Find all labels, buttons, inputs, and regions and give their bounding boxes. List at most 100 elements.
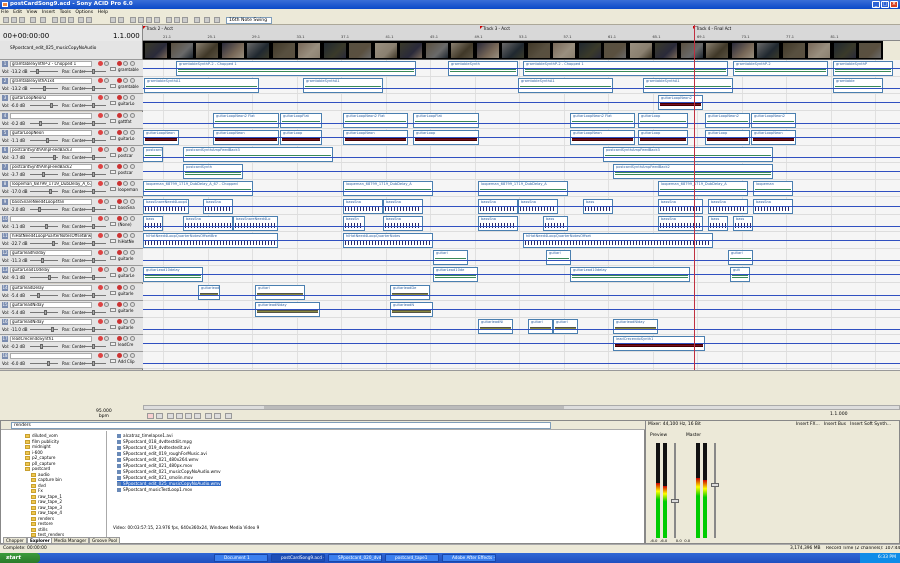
fx-icon[interactable] [104, 147, 109, 152]
track-header[interactable]: 18 Vol: -6.0 dB Pan: Center Add Clip [0, 352, 143, 370]
track-name-field[interactable]: guitarLoopNeon2 [10, 95, 92, 102]
arm-record-icon[interactable] [98, 61, 103, 66]
track-menu-icon[interactable] [130, 198, 135, 204]
audio-event[interactable]: bass [708, 215, 728, 231]
audio-event[interactable]: loopeman_68799_1719_DubDelay_A [658, 181, 748, 197]
audio-event[interactable]: guitarl [728, 250, 753, 266]
volume-slider-knob[interactable] [47, 361, 50, 367]
folder-tree[interactable]: diluted_vom film publicity midnight i-600 p2… [3, 431, 107, 537]
file-item[interactable]: SPpostcard_edit_021_480x264.wmv [117, 457, 199, 462]
track-lane[interactable]: guitarLoopNeon2 [143, 94, 900, 112]
track-header[interactable]: 13 guitarLead10delay Vol: -9.1 dB Pan: Cent… [0, 266, 143, 284]
volume-slider-knob[interactable] [48, 275, 51, 281]
paint-icon[interactable] [174, 17, 180, 23]
fx-icon[interactable] [104, 198, 109, 204]
audio-event[interactable]: gramtable [833, 78, 883, 94]
track-header[interactable]: 1 gramtableSynthP-2 - Chopped 1 Vol: -13.2… [0, 60, 143, 77]
track-menu-icon[interactable] [130, 336, 135, 342]
fx-icon[interactable] [104, 353, 109, 359]
track-name-field[interactable]: hiHatNeed4LoopPuarterNotesOffsetBrw [10, 233, 92, 239]
mute-icon[interactable] [117, 61, 122, 66]
mute-icon[interactable] [117, 112, 122, 118]
marker-icon[interactable] [204, 17, 210, 23]
track-menu-icon[interactable] [130, 250, 135, 256]
record-button[interactable] [147, 413, 154, 419]
folder-item[interactable]: postcard [25, 466, 50, 471]
volume-slider[interactable] [30, 208, 58, 210]
file-item[interactable]: SPpostcard_musicTestLoop1.mov [117, 487, 192, 492]
solo-icon[interactable] [123, 61, 128, 66]
audio-event[interactable]: bassSn [343, 215, 365, 231]
track-name-field[interactable]: bassSnareNeed4Loop4fan [10, 198, 92, 205]
track-lane[interactable]: leadCrecendoSynth1 [143, 335, 900, 353]
track-menu-icon[interactable] [130, 215, 135, 221]
track-lane[interactable]: bass bassSna bassSnareNeed4Lo bassSn bassSna… [143, 215, 900, 232]
solo-icon[interactable] [123, 336, 128, 342]
volume-envelope[interactable] [143, 225, 900, 227]
volume-envelope[interactable] [143, 191, 900, 193]
volume-envelope[interactable] [143, 363, 900, 365]
play-button[interactable] [176, 413, 183, 419]
mute-icon[interactable] [117, 198, 122, 204]
track-menu-icon[interactable] [130, 61, 135, 66]
insert-soft-synth-button[interactable]: Insert Soft Synth... [850, 422, 891, 427]
task-acid[interactable]: postCardSong9.acd - ... [271, 554, 325, 562]
pan-slider-knob[interactable] [92, 275, 95, 281]
track-header[interactable]: 4 Vol: -0.2 dB Pan: Center gattfat [0, 111, 143, 129]
volume-slider-knob[interactable] [36, 69, 39, 74]
play-from-start-button[interactable] [167, 413, 174, 419]
track-menu-icon[interactable] [130, 78, 135, 84]
track-name-field[interactable]: postcardSynthAmpFeedBack3 [10, 147, 92, 153]
volume-slider-knob[interactable] [51, 327, 54, 332]
volume-slider-knob[interactable] [42, 172, 45, 178]
audio-event[interactable]: guitarLoopNeon2 [705, 112, 750, 128]
volume-slider-knob[interactable] [41, 258, 44, 264]
render-icon[interactable] [40, 17, 46, 23]
solo-icon[interactable] [123, 198, 128, 204]
arm-record-icon[interactable] [98, 319, 103, 324]
track-lane[interactable]: hiHatNeed4LoopQuarterNotesOffsetBre hiHat… [143, 232, 900, 249]
mute-icon[interactable] [117, 164, 122, 170]
cursor-icon[interactable] [194, 17, 200, 23]
audio-event[interactable]: gramtableSynthA1 [303, 78, 383, 94]
audio-event[interactable]: guitarLoopNeon2 Flat [213, 112, 279, 128]
file-item[interactable]: alcatraz_timelapse1.avi [117, 433, 173, 438]
solo-icon[interactable] [123, 233, 128, 238]
audio-event[interactable]: postcardSynthAmpFeedBack3 [183, 147, 333, 162]
minimize-button[interactable]: _ [872, 1, 880, 8]
track-lane[interactable]: loopeman_68799_1719_DubDelay_A_67 - Chop… [143, 180, 900, 198]
timeline-ruler[interactable]: Track 2 - Acct Track 3 - Acct Track 4 - … [143, 25, 900, 41]
audio-event[interactable]: guitarl [255, 284, 305, 300]
arm-record-icon[interactable] [98, 181, 103, 187]
track-menu-icon[interactable] [130, 112, 135, 118]
audio-event[interactable]: gramtableSynthA1 [643, 78, 733, 94]
pan-slider-knob[interactable] [92, 241, 95, 246]
save-icon[interactable] [19, 17, 25, 23]
fx-icon[interactable] [104, 181, 109, 187]
track-timeline[interactable]: gramtableSynthP-2 - Chopped 1 gramtableSy… [143, 60, 900, 370]
file-list[interactable]: alcatraz_timelapse1.avi SPpostcard_018_dv… [113, 431, 643, 521]
audio-event[interactable]: guitarLoopNeon2 [751, 112, 796, 128]
menu-insert[interactable]: Insert [42, 10, 55, 15]
snap-icon[interactable] [110, 17, 116, 23]
erase-tool-icon[interactable] [146, 17, 152, 23]
folder-item[interactable]: Fx [31, 488, 43, 493]
go-to-start-button[interactable] [205, 413, 212, 419]
arm-record-icon[interactable] [98, 250, 103, 256]
track-header[interactable]: 10 Vol: -1.1 dB Pan: Center (None) [0, 214, 143, 232]
close-button[interactable]: × [890, 1, 898, 8]
pan-slider-knob[interactable] [92, 223, 95, 229]
pan-slider-knob[interactable] [92, 189, 95, 195]
pan-slider-knob[interactable] [92, 309, 95, 315]
marker-1[interactable]: Track 2 - Acct [143, 26, 173, 31]
start-button[interactable]: start [0, 553, 40, 563]
mute-icon[interactable] [117, 233, 122, 238]
volume-slider-knob[interactable] [44, 309, 47, 315]
track-menu-icon[interactable] [130, 284, 135, 290]
pause-button[interactable] [185, 413, 192, 419]
mute-icon[interactable] [117, 95, 122, 101]
menu-help[interactable]: Help [98, 10, 108, 15]
track-menu-icon[interactable] [130, 267, 135, 273]
mute-icon[interactable] [117, 267, 122, 273]
folder-item[interactable]: p0_capture [25, 461, 55, 466]
